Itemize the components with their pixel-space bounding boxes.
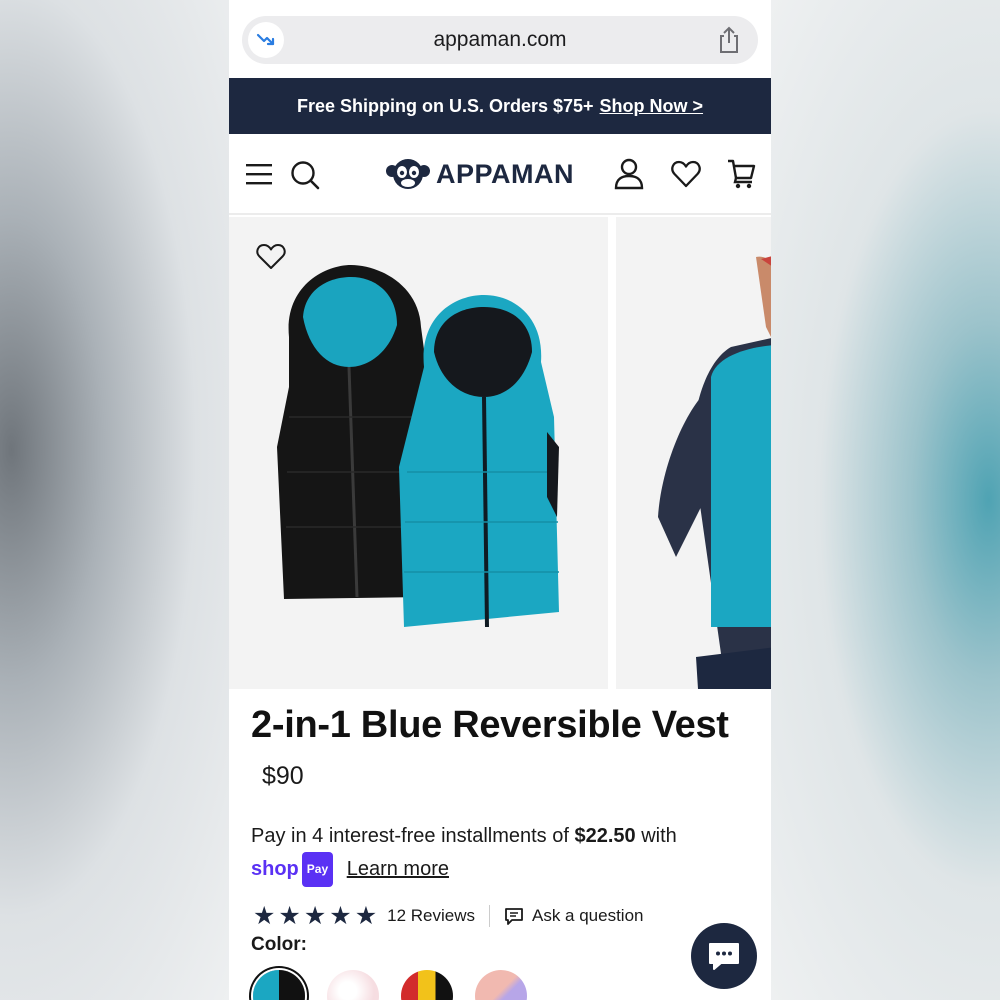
heart-icon[interactable]: [256, 243, 286, 270]
ask-question-label: Ask a question: [531, 906, 644, 925]
url-text: appaman.com: [433, 28, 567, 51]
star-rating[interactable]: ★ ★ ★ ★ ★: [253, 901, 378, 930]
color-label: Color:: [251, 934, 307, 955]
product-image-main[interactable]: [229, 217, 608, 689]
share-icon[interactable]: [716, 26, 742, 54]
shop-pay-badge: Pay: [301, 852, 334, 887]
swatch-blue-black[interactable]: [253, 970, 305, 1000]
swatch-pink-white[interactable]: [327, 970, 379, 1000]
account-icon[interactable]: [614, 158, 644, 190]
chat-button[interactable]: [691, 923, 757, 989]
color-swatches: [253, 970, 527, 1000]
vest-pair-image: [277, 265, 559, 628]
star-icon: ★: [329, 901, 352, 930]
shop-pay-word: shop: [251, 858, 299, 880]
model-image: [658, 256, 771, 689]
product-price: $90: [262, 762, 304, 790]
trending-icon[interactable]: [248, 22, 284, 58]
site-header: APPAMAN: [229, 134, 771, 215]
installments-info: Pay in 4 interest-free installments of $…: [251, 821, 756, 887]
reviews-row: ★ ★ ★ ★ ★ 12 Reviews Ask a question: [253, 903, 644, 929]
promo-banner: Free Shipping on U.S. Orders $75+ Shop N…: [229, 78, 771, 134]
shop-now-link[interactable]: Shop Now >: [600, 96, 704, 117]
reviews-link[interactable]: 12 Reviews: [387, 906, 475, 926]
logo-monkey-icon: [386, 159, 430, 189]
logo-text: APPAMAN: [436, 158, 574, 189]
learn-more-link[interactable]: Learn more: [347, 858, 449, 880]
product-title: 2-in-1 Blue Reversible Vest: [251, 704, 729, 746]
shop-pay-logo: shop Pay: [251, 852, 334, 887]
ask-question-link[interactable]: Ask a question: [504, 906, 644, 926]
wishlist-icon[interactable]: [671, 160, 701, 188]
cart-icon[interactable]: [726, 158, 756, 190]
site-logo[interactable]: APPAMAN: [386, 156, 574, 192]
installments-suffix: with: [641, 825, 677, 847]
swatch-multicolor[interactable]: [401, 970, 453, 1000]
address-bar[interactable]: appaman.com: [242, 16, 758, 64]
star-icon: ★: [303, 901, 327, 930]
star-icon: ★: [354, 901, 378, 930]
product-image-secondary[interactable]: [616, 217, 771, 689]
menu-icon[interactable]: [245, 162, 273, 186]
swatch-pastel[interactable]: [475, 970, 527, 1000]
divider: [488, 905, 490, 927]
installments-prefix: Pay in 4 interest-free installments of: [251, 825, 569, 847]
star-icon: ★: [253, 901, 276, 930]
star-icon: ★: [278, 901, 301, 930]
phone-screen: appaman.com Free Shipping on U.S. Orders…: [229, 0, 771, 1000]
installment-amount: $22.50: [574, 825, 636, 847]
search-icon[interactable]: [290, 160, 320, 190]
chat-bubble-icon: [505, 908, 523, 925]
chat-icon: [709, 943, 739, 970]
product-gallery[interactable]: [229, 217, 771, 689]
promo-text: Free Shipping on U.S. Orders $75+: [296, 95, 594, 116]
